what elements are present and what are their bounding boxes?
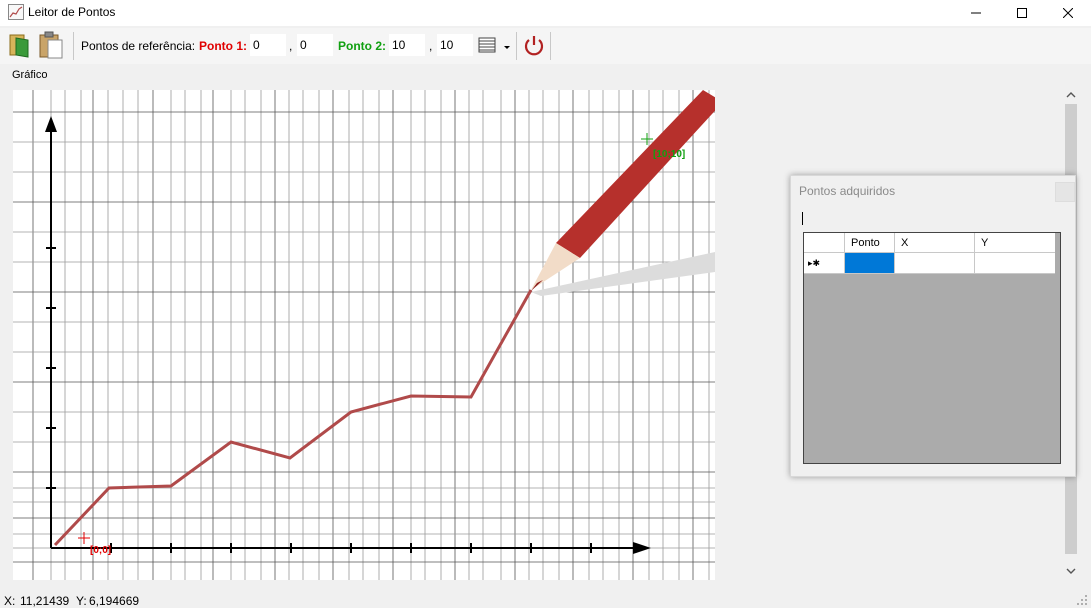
maximize-icon	[1017, 8, 1027, 18]
graph-image[interactable]: [0;0] [10;10]	[13, 90, 715, 580]
acquired-points-panel: Pontos adquiridos Ponto X Y ▸✱	[790, 175, 1076, 477]
point1-separator: ,	[289, 39, 293, 53]
paste-icon	[39, 31, 63, 59]
point1-label: Ponto 1:	[199, 39, 247, 53]
status-y-value: 6,194669	[89, 594, 140, 608]
chevron-down-icon	[504, 46, 510, 49]
toolbar-separator-3	[550, 32, 551, 60]
close-button[interactable]	[1045, 0, 1091, 26]
point2-separator: ,	[429, 39, 433, 53]
app-icon	[8, 4, 24, 20]
grid-cell-y[interactable]	[975, 253, 1055, 274]
grid-cell-x[interactable]	[895, 253, 975, 274]
power-button[interactable]	[520, 30, 550, 60]
close-icon	[1063, 8, 1073, 18]
status-x-value: 11,21439	[20, 594, 70, 608]
panel-close-button[interactable]	[1055, 182, 1075, 202]
panel-title: Pontos adquiridos	[799, 184, 896, 198]
chevron-up-icon[interactable]	[1066, 91, 1076, 99]
grid-header-ponto[interactable]: Ponto	[845, 233, 895, 253]
point2-marker	[641, 133, 653, 145]
resize-grip-icon[interactable]	[1076, 594, 1088, 606]
list-view-dropdown[interactable]	[500, 30, 514, 60]
y-axis-arrow	[45, 116, 57, 132]
point1-x-input[interactable]	[250, 34, 286, 56]
new-row-marker[interactable]: ▸✱	[804, 253, 845, 274]
open-image-button[interactable]	[6, 30, 36, 60]
grid-cell-ponto[interactable]	[845, 253, 895, 274]
grid-corner-header[interactable]	[804, 233, 845, 253]
point2-x-input[interactable]	[389, 34, 425, 56]
toolbar-separator	[73, 32, 74, 60]
grid-header-x[interactable]: X	[895, 233, 975, 253]
reference-points-label: Pontos de referência:	[81, 39, 196, 53]
chevron-down-icon[interactable]	[1066, 567, 1076, 575]
list-view-icon	[478, 37, 496, 53]
status-y-label: Y:	[76, 594, 87, 608]
point2-marker-label: [10;10]	[653, 149, 685, 160]
title-bar: Leitor de Pontos	[0, 0, 1091, 26]
status-bar: X: 11,21439 Y: 6,194669	[0, 589, 1091, 608]
graph-canvas: [0;0] [10;10]	[13, 90, 715, 580]
open-image-icon	[9, 34, 29, 58]
points-grid[interactable]: Ponto X Y ▸✱	[803, 232, 1061, 464]
text-cursor	[802, 212, 803, 225]
list-view-button[interactable]	[476, 30, 498, 60]
drawn-line	[53, 289, 533, 547]
toolbar: Pontos de referência: Ponto 1: , Ponto 2…	[0, 28, 1091, 64]
status-x-label: X:	[4, 594, 16, 608]
paste-button[interactable]	[36, 30, 66, 60]
point1-y-input[interactable]	[297, 34, 333, 56]
minimize-icon	[971, 12, 981, 14]
point1-marker-label: [0;0]	[90, 545, 111, 556]
graph-group-label: Gráfico	[12, 69, 48, 81]
maximize-button[interactable]	[999, 0, 1045, 26]
power-icon	[524, 36, 544, 56]
minimize-button[interactable]	[953, 0, 999, 26]
window-title: Leitor de Pontos	[28, 5, 116, 19]
grid-header-y[interactable]: Y	[975, 233, 1055, 253]
point2-y-input[interactable]	[437, 34, 473, 56]
point2-label: Ponto 2:	[338, 39, 386, 53]
x-axis-arrow	[633, 542, 651, 554]
toolbar-separator-2	[516, 32, 517, 60]
